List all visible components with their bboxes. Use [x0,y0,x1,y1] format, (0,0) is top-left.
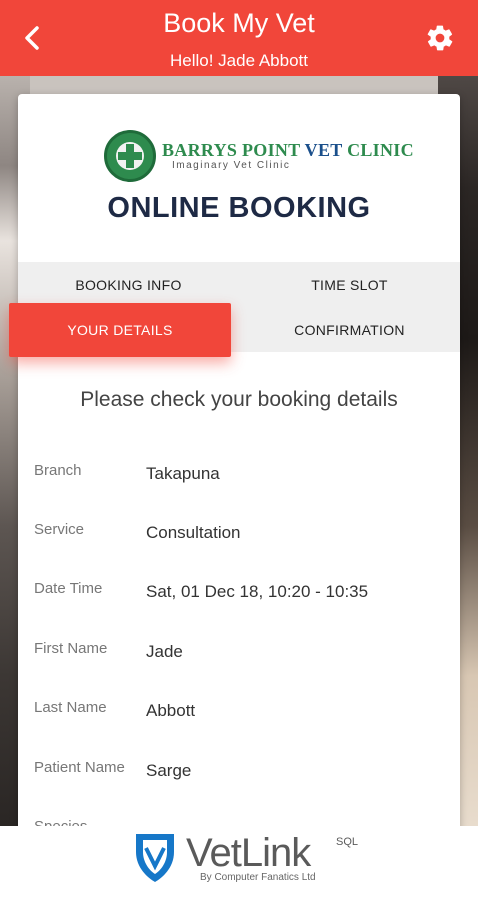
detail-label: Patient Name [34,759,125,776]
clinic-logo: BARRYS POINT VET CLINIC Imaginary Vet Cl… [104,130,414,182]
detail-label: Branch [34,462,82,479]
detail-value: Jade [146,642,183,661]
detail-label: Date Time [34,580,103,597]
clinic-name: BARRYS POINT VET CLINIC [162,140,414,160]
details-heading: Please check your booking details [80,388,398,411]
vetlink-suffix: SQL [336,836,359,848]
vetlink-byline: By Computer Fanatics Ltd [200,872,316,883]
tab-time-slot[interactable]: TIME SLOT [239,262,460,307]
detail-value: Consultation [146,523,241,542]
app-header: Book My Vet Hello! Jade Abbott [0,0,478,76]
vetlink-logo-text: VetLink [186,831,311,875]
settings-button[interactable] [424,22,456,54]
app-title: Book My Vet [163,8,315,38]
clinic-tagline: Imaginary Vet Clinic [172,160,291,171]
detail-value: Sarge [146,761,192,780]
detail-value: Takapuna [146,464,220,483]
clinic-badge-icon [104,130,156,182]
detail-value: Abbott [146,701,196,720]
greeting-text: Hello! Jade Abbott [170,51,308,70]
footer-branding: VetLink SQL By Computer Fanatics Ltd [0,826,478,900]
tab-booking-info[interactable]: BOOKING INFO [18,262,239,307]
page-title: ONLINE BOOKING [107,192,371,224]
booking-card: BARRYS POINT VET CLINIC Imaginary Vet Cl… [18,94,460,834]
detail-label: Service [34,521,85,538]
vetlink-shield-icon [136,834,174,882]
gear-icon [427,25,453,51]
detail-label: First Name [34,640,108,657]
tab-your-details[interactable]: YOUR DETAILS [9,303,231,357]
detail-value: Sat, 01 Dec 18, 10:20 - 10:35 [146,582,369,601]
tab-confirmation[interactable]: CONFIRMATION [239,307,460,352]
detail-label: Last Name [34,699,107,716]
